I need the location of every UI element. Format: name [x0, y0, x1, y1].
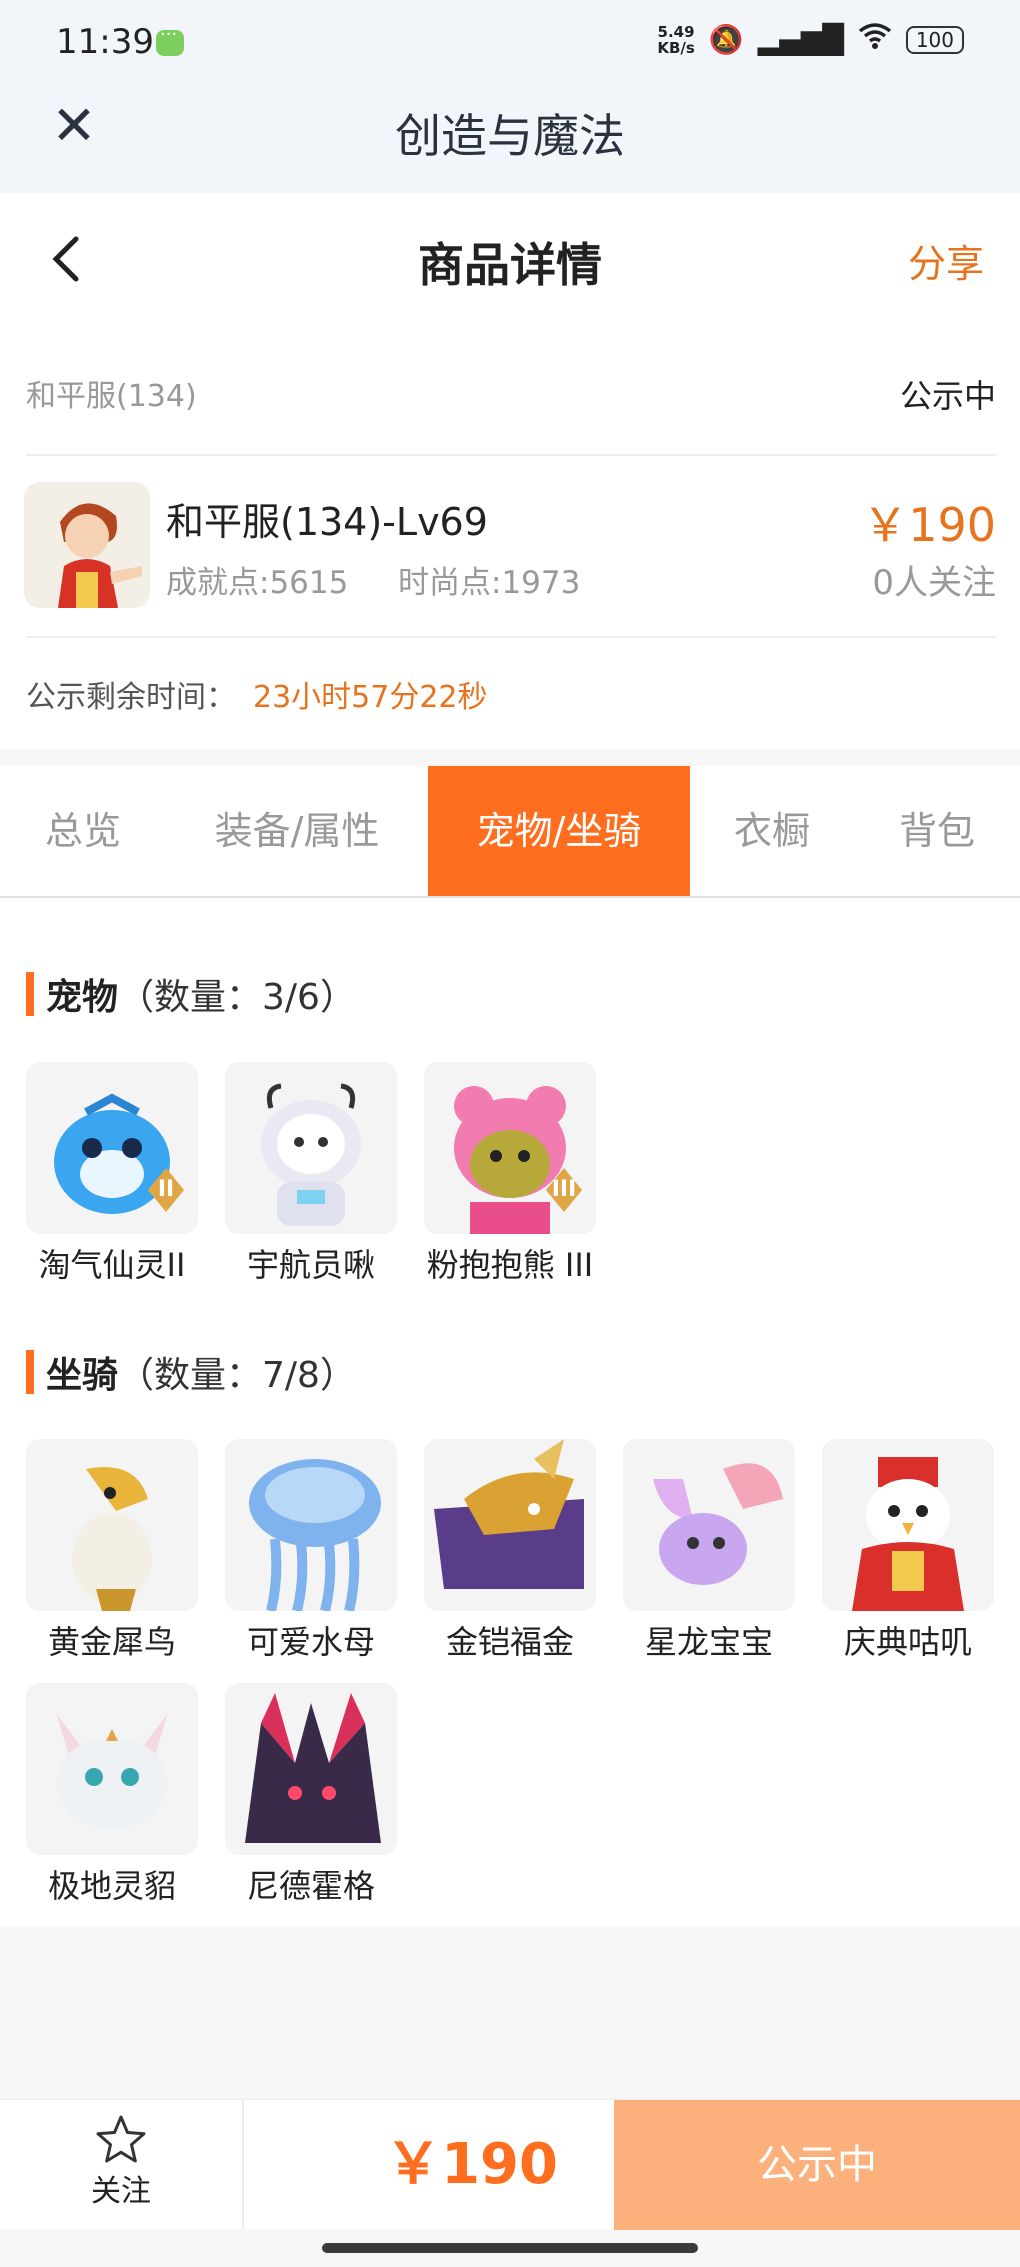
pets-count: （数量：3/6）	[118, 977, 356, 1018]
bottom-action-bar: 关注 ￥190 公示中	[0, 2099, 1020, 2230]
server-name: 和平服(134)	[26, 379, 197, 414]
mounts-count: （数量：7/8）	[118, 1355, 356, 1396]
section-accent-bar	[26, 1350, 34, 1394]
avatar	[24, 482, 150, 608]
mount-name: 可爱水母	[246, 1623, 375, 1661]
fashion-points: 时尚点:1973	[398, 565, 581, 601]
status-bar: 11:39 5.49 KB/s 🔕 ▂▄▆█ 100	[0, 0, 1020, 84]
page-title: 商品详情	[418, 238, 602, 292]
net-speed-unit: KB/s	[657, 38, 695, 57]
mount-item[interactable]: 尼德霍格	[225, 1683, 397, 1907]
star-icon	[96, 2115, 146, 2163]
detail-tabs: 总览 装备/属性 宠物/坐骑 衣橱 背包	[0, 766, 1020, 898]
mount-image	[225, 1683, 397, 1855]
mount-item[interactable]: 黄金犀鸟	[26, 1439, 198, 1663]
achievement-points: 成就点:5615	[166, 565, 349, 601]
tab-bag[interactable]: 背包	[854, 766, 1020, 896]
mount-name: 极地灵貂	[47, 1867, 176, 1905]
mounts-section-title: 坐骑 （数量：7/8）	[26, 1349, 356, 1396]
mount-image	[225, 1439, 397, 1611]
pet-name: 淘气仙灵II	[38, 1246, 186, 1284]
mute-bell-icon: 🔕	[708, 23, 744, 56]
wifi-icon	[858, 22, 892, 57]
net-speed-value: 5.49	[657, 22, 695, 41]
mount-image	[822, 1439, 994, 1611]
follow-button[interactable]: 关注	[0, 2100, 244, 2230]
home-indicator[interactable]	[322, 2243, 698, 2253]
product-price: ￥190	[862, 498, 996, 552]
pets-mounts-panel: 宠物 （数量：3/6） II 淘气仙灵II 宇航员啾 III 粉抱抱熊 III …	[0, 898, 1020, 1926]
app-title: 创造与魔法	[395, 109, 625, 163]
mount-image	[424, 1439, 596, 1611]
pet-image: II	[26, 1062, 198, 1234]
mount-item[interactable]: 庆典咕叽	[822, 1439, 994, 1663]
pets-title: 宠物	[46, 977, 119, 1018]
mount-name: 金铠福金	[445, 1623, 574, 1661]
hd-signal-icon: ▂▄▆█	[757, 23, 844, 56]
tab-equipment[interactable]: 装备/属性	[166, 766, 428, 896]
remaining-time-label: 公示剩余时间：	[26, 680, 236, 715]
net-speed: 5.49 KB/s	[657, 24, 694, 56]
divider	[26, 636, 996, 638]
follower-count: 0人关注	[872, 563, 996, 603]
pet-item[interactable]: III 粉抱抱熊 III	[424, 1062, 596, 1286]
app-top-bar: 11:39 5.49 KB/s 🔕 ▂▄▆█ 100 ✕ 创造与魔法	[0, 0, 1020, 193]
mount-image	[26, 1439, 198, 1611]
mount-image	[623, 1439, 795, 1611]
mount-name: 黄金犀鸟	[47, 1623, 176, 1661]
bottom-price: ￥190	[385, 2132, 558, 2197]
tab-pets-mounts[interactable]: 宠物/坐骑	[428, 766, 690, 896]
page-header: 商品详情 分享	[0, 193, 1020, 329]
remaining-time-value: 23小时57分22秒	[253, 680, 488, 715]
mount-item[interactable]: 极地灵貂	[26, 1683, 198, 1907]
status-time: 11:39	[56, 22, 154, 62]
mount-item[interactable]: 可爱水母	[225, 1439, 397, 1663]
mount-item[interactable]: 金铠福金	[424, 1439, 596, 1663]
follow-label: 关注	[91, 2174, 151, 2209]
tab-wardrobe[interactable]: 衣橱	[690, 766, 854, 896]
mount-name: 星龙宝宝	[644, 1623, 773, 1661]
status-badge: 公示中	[899, 377, 996, 415]
mounts-title: 坐骑	[46, 1355, 119, 1396]
mount-item[interactable]: 星龙宝宝	[623, 1439, 795, 1663]
tab-overview[interactable]: 总览	[0, 766, 166, 896]
status-indicators: 5.49 KB/s 🔕 ▂▄▆█ 100	[657, 22, 964, 57]
pet-image: III	[424, 1062, 596, 1234]
pet-item[interactable]: II 淘气仙灵II	[26, 1062, 198, 1286]
battery-indicator: 100	[905, 25, 964, 54]
pet-item[interactable]: 宇航员啾	[225, 1062, 397, 1286]
role-name: 和平服(134)-Lv69	[166, 500, 488, 544]
mount-image	[26, 1683, 198, 1855]
publicity-button[interactable]: 公示中	[614, 2100, 1020, 2230]
product-card: 和平服(134) 公示中 和平服(134)-Lv69 成就点:5615 时尚点:…	[0, 329, 1020, 749]
pets-section-title: 宠物 （数量：3/6）	[26, 971, 356, 1018]
mount-name: 尼德霍格	[246, 1867, 375, 1905]
pet-image	[225, 1062, 397, 1234]
pet-name: 粉抱抱熊 III	[426, 1246, 594, 1284]
share-button[interactable]: 分享	[908, 233, 984, 288]
mount-name: 庆典咕叽	[843, 1623, 972, 1661]
pet-name: 宇航员啾	[246, 1246, 375, 1284]
section-accent-bar	[26, 972, 34, 1016]
divider	[26, 454, 996, 456]
message-app-icon	[156, 24, 184, 56]
